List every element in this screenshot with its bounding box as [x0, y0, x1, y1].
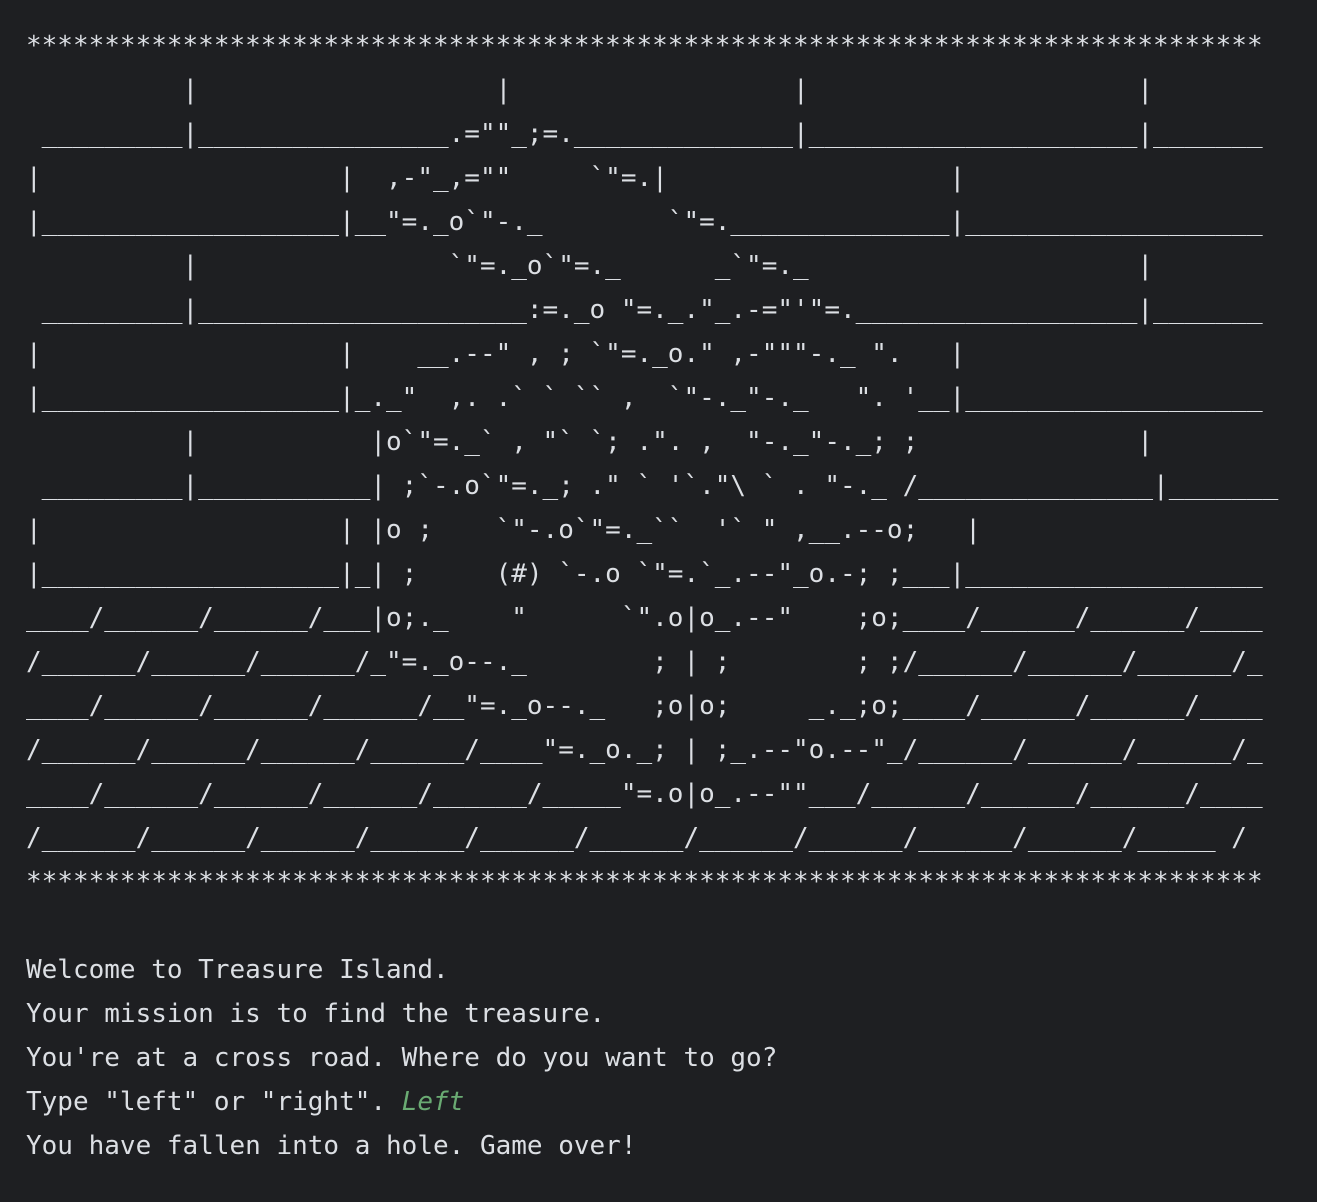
banner-line: _________|_____________________:=._o "=.…: [26, 295, 1263, 325]
prompt-text: Type "left" or "right".: [26, 1087, 402, 1117]
mission-message: Your mission is to find the treasure.: [26, 999, 606, 1029]
banner-line: ****************************************…: [26, 31, 1263, 61]
user-input-text[interactable]: Left: [402, 1087, 465, 1117]
welcome-message: Welcome to Treasure Island.: [26, 955, 449, 985]
banner-line: | | __.--" , ; `"=._o." ,-"""-._ ". |: [26, 339, 966, 369]
console-output: ****************************************…: [26, 24, 1306, 1168]
banner-line: | | ,-"_,="" `"=.| |: [26, 163, 966, 193]
banner-line: | |o`"=._` , "` `; .". , "-._"-._; ; |: [26, 427, 1154, 457]
banner-line: | | |o ; `"-.o`"=._`` '` " ,__.--o; |: [26, 515, 981, 545]
banner-line: | `"=._o`"=._ _`"=._ |: [26, 251, 1154, 281]
banner-line: _________|___________| ;`-.o`"=._; ." ` …: [26, 471, 1279, 501]
banner-line: /______/______/______/_"=._o--._ ; | ; ;…: [26, 647, 1263, 677]
banner-line: /______/______/______/______/______/____…: [26, 823, 1247, 853]
banner-line: ____/______/______/___|o;._ " `".o|o_.--…: [26, 603, 1263, 633]
banner-line: /______/______/______/______/____"=._o._…: [26, 735, 1263, 765]
banner-line: _________|________________.=""_;=.______…: [26, 119, 1263, 149]
banner-line: ____/______/______/______/__"=._o--._ ;o…: [26, 691, 1263, 721]
banner-line: | | | |: [26, 75, 1154, 105]
banner-line: ****************************************…: [26, 867, 1263, 897]
crossroad-message: You're at a cross road. Where do you wan…: [26, 1043, 778, 1073]
ascii-art-banner: ****************************************…: [26, 24, 1306, 904]
prompt-line[interactable]: Type "left" or "right". Left: [26, 1080, 1306, 1124]
result-message: You have fallen into a hole. Game over!: [26, 1131, 637, 1161]
banner-line: |___________________|__"=._o`"-._ `"=.__…: [26, 207, 1263, 237]
banner-line: |___________________|_._" ,. .` ` `` , `…: [26, 383, 1263, 413]
banner-line: |___________________|_| ; (#) `-.o `"=.`…: [26, 559, 1263, 589]
banner-line: ____/______/______/______/______/_____"=…: [26, 779, 1263, 809]
